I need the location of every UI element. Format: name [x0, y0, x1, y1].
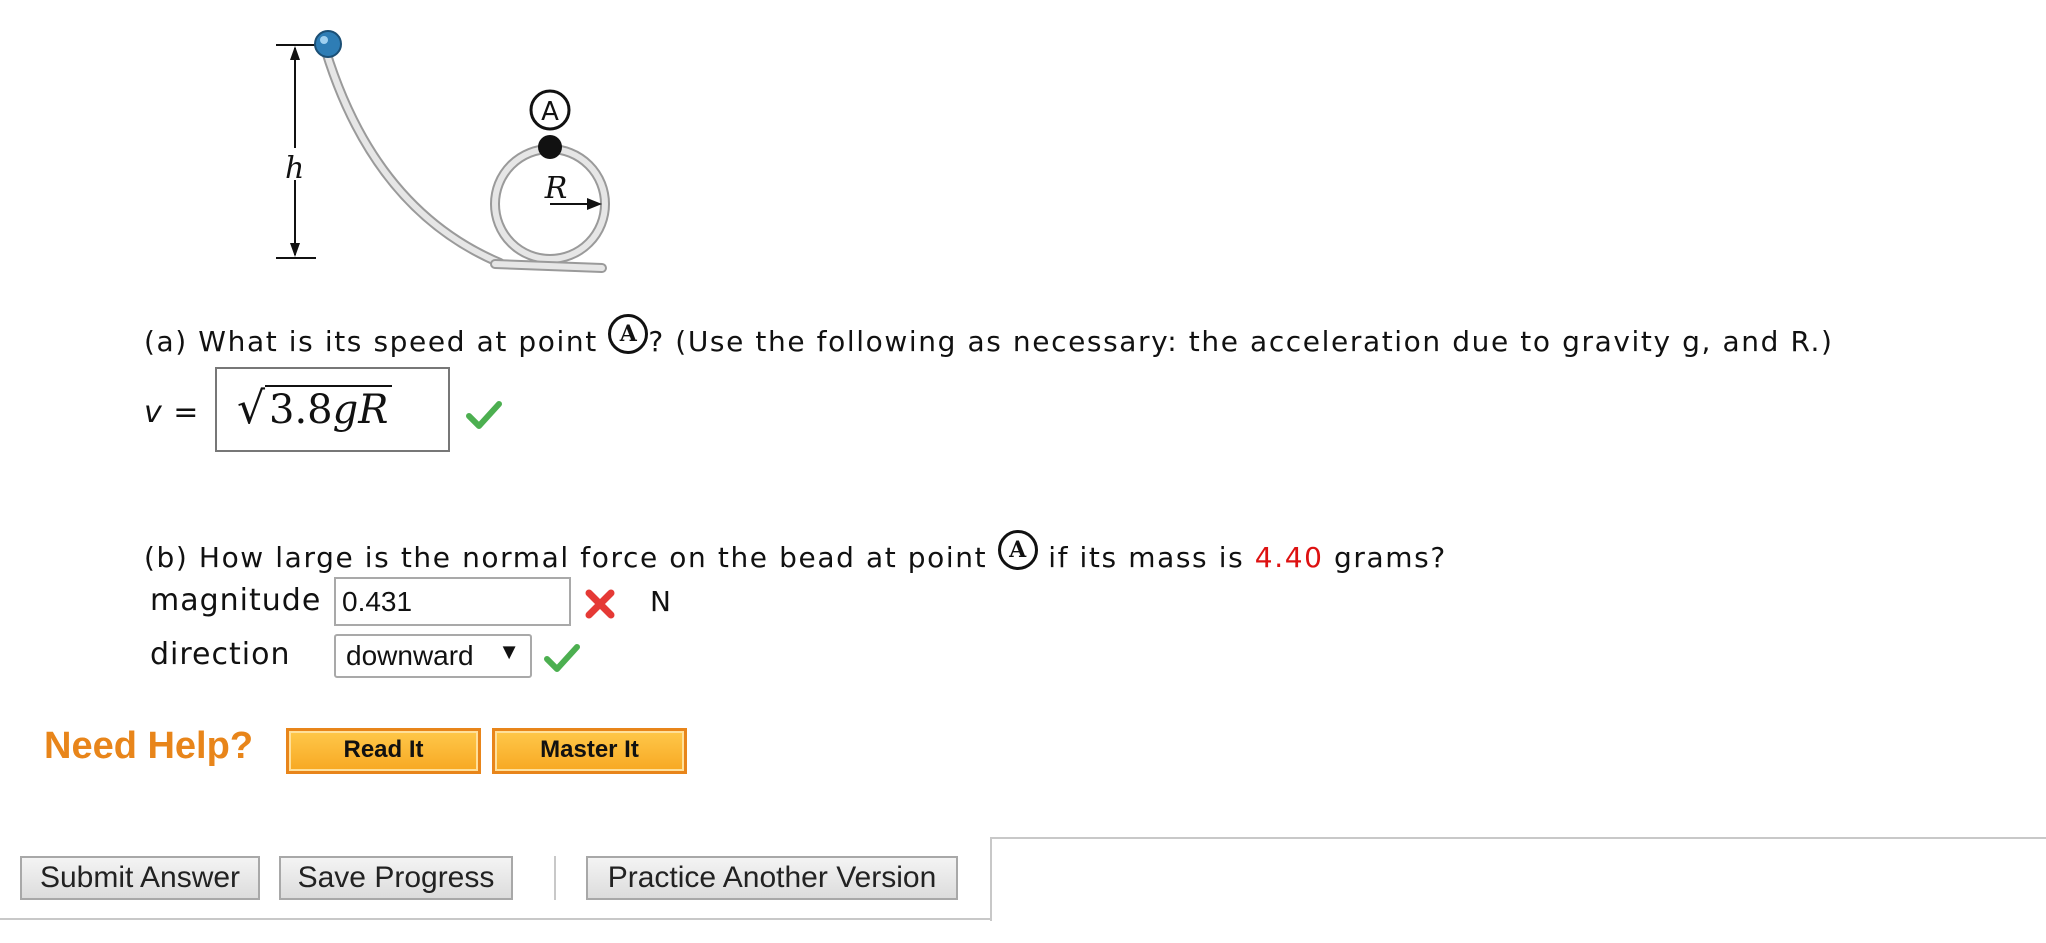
point-a-label: A	[541, 97, 559, 127]
question-b-suffix: grams?	[1323, 541, 1447, 574]
submit-answer-button[interactable]: Submit Answer	[20, 856, 260, 900]
question-a-suffix: ? (Use the following as necessary: the a…	[648, 325, 1834, 358]
answer-a-field[interactable]: √ 3.8gR	[215, 367, 450, 452]
practice-another-version-button[interactable]: Practice Another Version	[586, 856, 958, 900]
point-a-symbol: A	[608, 314, 649, 354]
direction-select[interactable]: downward ▼	[334, 634, 532, 678]
answer-a-expression: 3.8gR	[265, 385, 393, 433]
velocity-label: v =	[144, 395, 200, 430]
chevron-down-icon: ▼	[498, 639, 520, 664]
master-it-button[interactable]: Master It	[492, 728, 687, 774]
button-divider	[554, 856, 556, 900]
height-label: h	[285, 151, 304, 186]
read-it-button[interactable]: Read It	[286, 728, 481, 774]
need-help-title: Need Help?	[44, 725, 254, 767]
radius-label: R	[544, 171, 568, 206]
check-icon	[466, 401, 502, 429]
panel-border	[990, 837, 2046, 839]
magnitude-input[interactable]	[334, 577, 571, 626]
sqrt-symbol: √	[237, 383, 266, 434]
bead-start	[314, 30, 342, 58]
panel-border	[0, 918, 992, 920]
answer-a-var-r: R	[358, 387, 389, 433]
magnitude-label: magnitude	[150, 583, 322, 618]
bead-point-a	[538, 135, 562, 159]
loop-track-figure: h A R	[276, 30, 610, 273]
mass-value: 4.40	[1254, 541, 1324, 574]
question-a: (a) What is its speed at point A? (Use t…	[144, 314, 1834, 358]
point-a-symbol-b: A	[997, 530, 1038, 570]
question-b-middle: if its mass is	[1037, 541, 1255, 574]
answer-a-coefficient: 3.8	[269, 387, 333, 433]
answer-a-var-g: g	[332, 387, 359, 433]
direction-label: direction	[150, 637, 291, 672]
direction-selected-value: downward	[346, 640, 474, 671]
save-progress-button[interactable]: Save Progress	[279, 856, 513, 900]
unit-label: N	[650, 585, 672, 618]
question-a-prefix: (a) What is its speed at point	[144, 325, 609, 358]
panel-border	[990, 837, 992, 921]
question-b: (b) How large is the normal force on the…	[144, 530, 1447, 574]
question-b-prefix: (b) How large is the normal force on the…	[144, 541, 998, 574]
check-icon	[544, 644, 580, 672]
x-icon	[585, 589, 615, 619]
